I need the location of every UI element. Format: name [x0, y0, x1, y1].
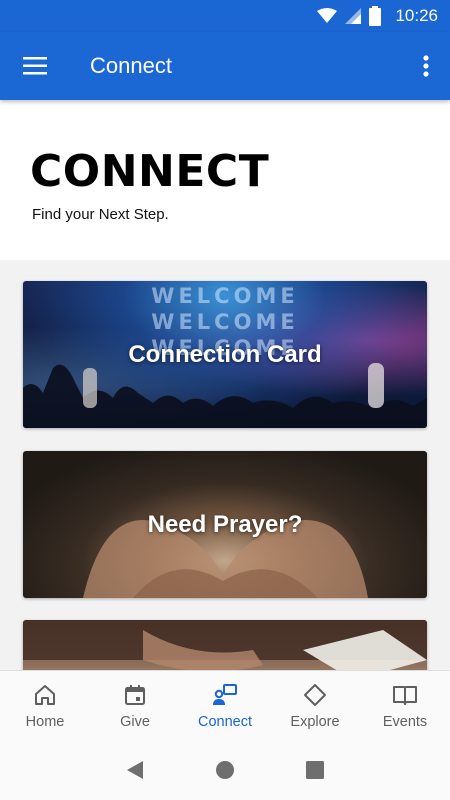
cell-signal-icon [345, 8, 362, 24]
nav-explore-label: Explore [290, 714, 340, 730]
nav-give-label: Give [120, 714, 150, 730]
nav-give[interactable]: Give [90, 671, 180, 740]
third-tile[interactable] [23, 620, 427, 670]
nav-home-label: Home [25, 714, 65, 730]
hero-header: CONNECT Find your Next Step. [0, 100, 450, 260]
connection-card-tile[interactable]: WELCOME WELCOME WELCOME Connection Card [23, 281, 427, 428]
status-bar: 10:26 [0, 0, 450, 32]
nav-home[interactable]: Home [0, 671, 90, 740]
book-icon [391, 681, 419, 709]
diamond-icon [301, 681, 329, 709]
home-circle-icon [216, 761, 234, 779]
welcome-text-1: WELCOME [151, 284, 299, 308]
back-triangle-icon [127, 761, 143, 779]
calendar-icon [121, 681, 149, 709]
recents-button[interactable] [295, 750, 335, 790]
hamburger-icon [23, 57, 47, 75]
system-navigation-bar [0, 740, 450, 800]
home-system-button[interactable] [205, 750, 245, 790]
app-bar: Connect [0, 32, 450, 100]
writing-image [23, 620, 427, 670]
nav-connect-label: Connect [197, 714, 252, 730]
nav-events-label: Events [382, 714, 428, 730]
connection-card-label: Connection Card [128, 340, 322, 368]
battery-icon [369, 6, 382, 26]
bottom-navigation: Home Give Connect Explore Events [0, 670, 450, 740]
overflow-menu-button[interactable] [402, 32, 450, 100]
connect-icon [211, 681, 239, 709]
menu-button[interactable] [0, 32, 70, 100]
recents-square-icon [306, 761, 324, 779]
nav-connect[interactable]: Connect [180, 671, 270, 740]
more-vert-icon [423, 55, 429, 77]
need-prayer-tile[interactable]: Need Prayer? [23, 451, 427, 598]
app-bar-title: Connect [90, 53, 172, 78]
connect-content[interactable]: CONNECT Find your Next Step. WELCOME WEL… [0, 100, 450, 670]
home-icon [31, 681, 59, 709]
wifi-icon [317, 8, 338, 24]
page-subtitle: Find your Next Step. [32, 206, 169, 223]
nav-events[interactable]: Events [360, 671, 450, 740]
welcome-text-2: WELCOME [151, 310, 299, 334]
clock: 10:26 [395, 6, 438, 25]
nav-explore[interactable]: Explore [270, 671, 360, 740]
back-button[interactable] [115, 750, 155, 790]
need-prayer-label: Need Prayer? [147, 510, 303, 538]
worship-crowd-image [23, 363, 427, 428]
page-title: CONNECT [30, 146, 270, 197]
